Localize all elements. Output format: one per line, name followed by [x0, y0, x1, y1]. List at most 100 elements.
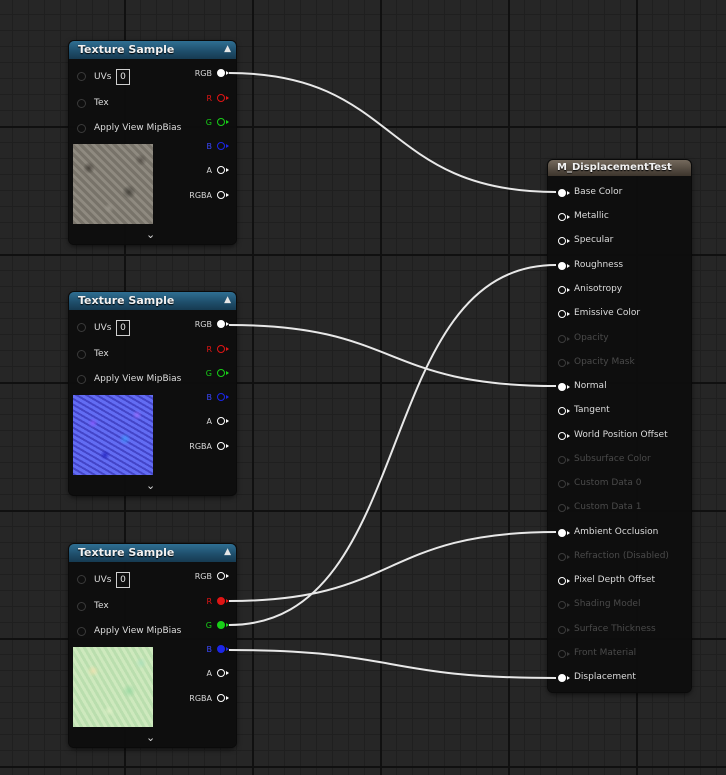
custom-data-0-pin	[558, 480, 570, 488]
rgba-output-pin[interactable]	[217, 191, 229, 199]
a-output-label: A	[206, 166, 212, 175]
rgb-output-label: RGB	[194, 320, 212, 329]
anisotropy-label: Anisotropy	[574, 284, 623, 294]
r-output-pin[interactable]	[217, 94, 229, 102]
node-title: Texture Sample	[78, 43, 175, 56]
texture-sample-node[interactable]: Texture Sample ▲ UVs 0 Tex Apply View Mi…	[69, 41, 236, 244]
r-output-pin[interactable]	[217, 345, 229, 353]
chevron-down-icon[interactable]: ⌄	[146, 479, 155, 492]
uvs-label: UVs	[94, 72, 112, 82]
a-output-pin[interactable]	[217, 166, 229, 174]
rgba-output-label: RGBA	[189, 442, 212, 451]
texture-preview-image	[73, 144, 153, 224]
r-output-label: R	[206, 94, 212, 103]
texture-preview-image	[73, 647, 153, 727]
result-node-header[interactable]: M_DisplacementTest	[548, 160, 691, 176]
rgb-output-pin[interactable]	[217, 69, 229, 77]
rgba-output-label: RGBA	[189, 191, 212, 200]
uvs-value-field[interactable]: 0	[116, 320, 130, 336]
subsurface-color-label: Subsurface Color	[574, 454, 651, 464]
a-output-pin[interactable]	[217, 669, 229, 677]
r-output-pin[interactable]	[217, 597, 229, 605]
mip-bias-label: Apply View MipBias	[94, 374, 182, 384]
ambient-occlusion-pin[interactable]	[558, 529, 570, 537]
uvs-value-field[interactable]: 0	[116, 572, 130, 588]
tex-pin[interactable]	[77, 350, 86, 359]
a-output-label: A	[206, 417, 212, 426]
metallic-label: Metallic	[574, 211, 609, 221]
wire-r-to-ambient-occlusion[interactable]	[228, 531, 557, 602]
b-output-pin[interactable]	[217, 645, 229, 653]
chevron-up-icon[interactable]: ▲	[224, 295, 231, 305]
g-output-label: G	[205, 369, 212, 378]
custom-data-1-label: Custom Data 1	[574, 502, 642, 512]
rgb-output-label: RGB	[194, 69, 212, 78]
opacity-label: Opacity	[574, 333, 609, 343]
material-result-node[interactable]: M_DisplacementTest Base Color Metallic S…	[548, 160, 691, 692]
a-output-pin[interactable]	[217, 417, 229, 425]
uvs-pin[interactable]	[77, 323, 86, 332]
wire-b-to-displacement[interactable]	[228, 649, 557, 679]
g-output-pin[interactable]	[217, 621, 229, 629]
world-position-offset-pin[interactable]	[558, 432, 570, 440]
uvs-label: UVs	[94, 323, 112, 333]
tex-pin[interactable]	[77, 99, 86, 108]
roughness-pin[interactable]	[558, 262, 570, 270]
b-output-pin[interactable]	[217, 142, 229, 150]
b-output-label: B	[206, 645, 213, 654]
node-header[interactable]: Texture Sample ▲	[69, 292, 236, 310]
rgba-output-label: RGBA	[189, 694, 212, 703]
metallic-pin[interactable]	[558, 213, 570, 221]
b-output-pin[interactable]	[217, 393, 229, 401]
wire-rgb-to-normal[interactable]	[228, 324, 557, 387]
g-output-pin[interactable]	[217, 369, 229, 377]
pixel-depth-offset-pin[interactable]	[558, 577, 570, 585]
wire-g-to-roughness[interactable]	[228, 264, 557, 626]
displacement-pin[interactable]	[558, 674, 570, 682]
specular-label: Specular	[574, 235, 614, 245]
wire-rgb-to-base-color[interactable]	[228, 72, 557, 193]
node-header[interactable]: Texture Sample ▲	[69, 544, 236, 562]
opacity-mask-pin	[558, 359, 570, 367]
shading-model-label: Shading Model	[574, 599, 641, 609]
custom-data-1-pin	[558, 504, 570, 512]
uvs-pin[interactable]	[77, 575, 86, 584]
g-output-pin[interactable]	[217, 118, 229, 126]
texture-sample-node[interactable]: Texture Sample ▲ UVs 0 Tex Apply View Mi…	[69, 292, 236, 495]
normal-pin[interactable]	[558, 383, 570, 391]
texture-sample-node[interactable]: Texture Sample ▲ UVs 0 Tex Apply View Mi…	[69, 544, 236, 747]
a-output-label: A	[206, 669, 212, 678]
uvs-label: UVs	[94, 575, 112, 585]
node-title: Texture Sample	[78, 294, 175, 307]
chevron-up-icon[interactable]: ▲	[224, 44, 231, 54]
rgb-output-pin[interactable]	[217, 572, 229, 580]
mip-bias-pin[interactable]	[77, 375, 86, 384]
g-output-label: G	[205, 118, 212, 127]
rgba-output-pin[interactable]	[217, 694, 229, 702]
tangent-label: Tangent	[574, 405, 610, 415]
mip-bias-label: Apply View MipBias	[94, 123, 182, 133]
specular-pin[interactable]	[558, 237, 570, 245]
b-output-label: B	[206, 393, 213, 402]
chevron-up-icon[interactable]: ▲	[224, 547, 231, 557]
roughness-label: Roughness	[574, 260, 624, 270]
chevron-down-icon[interactable]: ⌄	[146, 731, 155, 744]
world-position-offset-label: World Position Offset	[574, 430, 668, 440]
rgb-output-pin[interactable]	[217, 320, 229, 328]
uvs-value-field[interactable]: 0	[116, 69, 130, 85]
rgba-output-pin[interactable]	[217, 442, 229, 450]
tangent-pin[interactable]	[558, 407, 570, 415]
refraction-pin	[558, 553, 570, 561]
chevron-down-icon[interactable]: ⌄	[146, 228, 155, 241]
custom-data-0-label: Custom Data 0	[574, 478, 642, 488]
node-title: Texture Sample	[78, 546, 175, 559]
displacement-label: Displacement	[574, 672, 636, 682]
base-color-pin[interactable]	[558, 189, 570, 197]
tex-pin[interactable]	[77, 602, 86, 611]
mip-bias-pin[interactable]	[77, 124, 86, 133]
mip-bias-pin[interactable]	[77, 627, 86, 636]
node-header[interactable]: Texture Sample ▲	[69, 41, 236, 59]
emissive-color-pin[interactable]	[558, 310, 570, 318]
anisotropy-pin[interactable]	[558, 286, 570, 294]
uvs-pin[interactable]	[77, 72, 86, 81]
